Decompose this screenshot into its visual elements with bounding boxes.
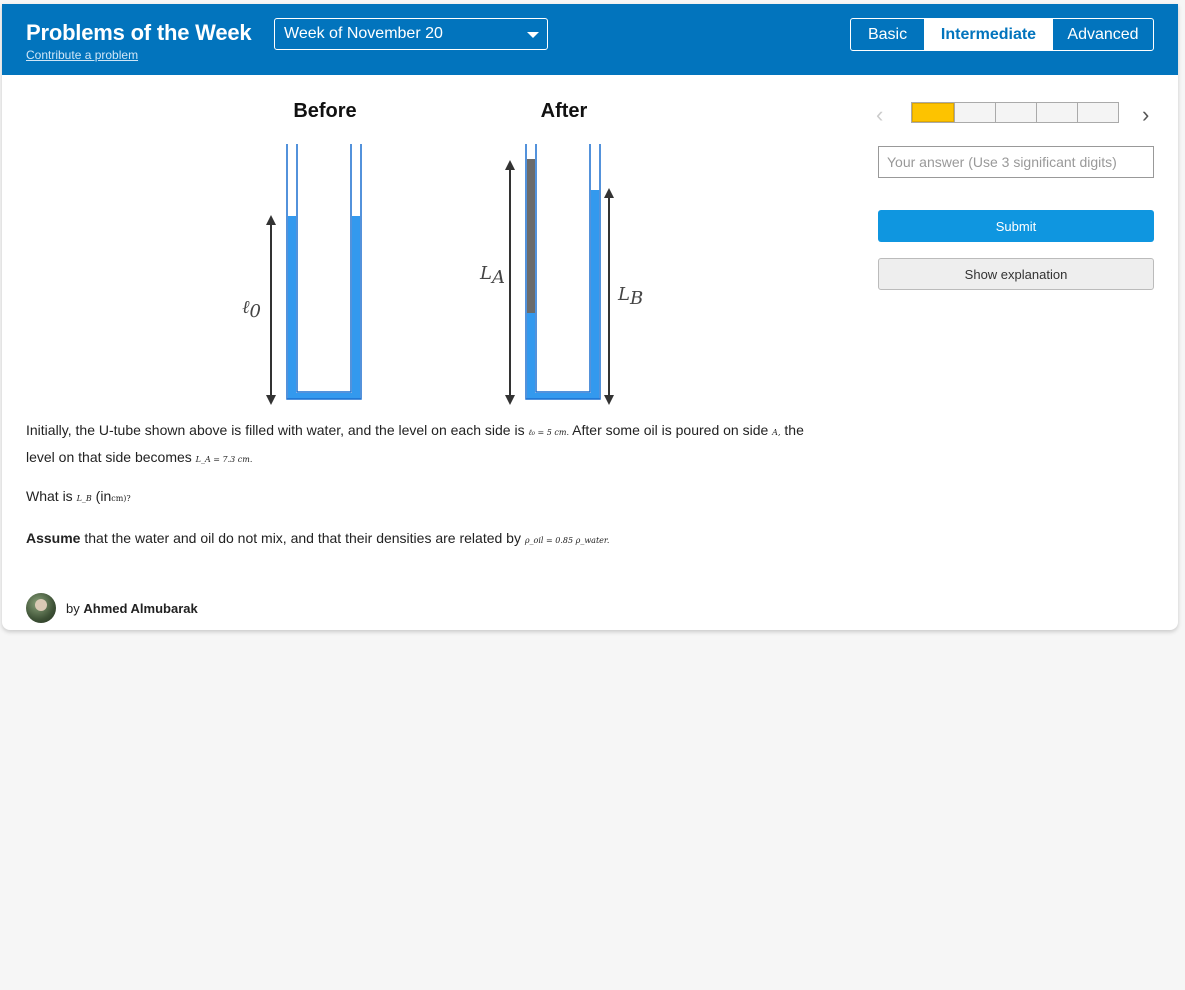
math-unit: cm)? [111,494,131,503]
problem-question: What is L_B (incm)? [26,488,131,504]
problem-assumption: Assume that the water and oil do not mix… [26,530,610,546]
contribute-link[interactable]: Contribute a problem [26,48,138,62]
tab-intermediate[interactable]: Intermediate [924,19,1052,50]
before-left-water [288,216,296,398]
page-title: Problems of the Week [26,20,252,45]
answer-input[interactable] [878,146,1154,178]
after-left-water [527,313,535,398]
before-bottom-water [288,393,360,399]
u-tube-diagram: Before After ℓ0 LA LB [242,100,643,405]
tab-advanced[interactable]: Advanced [1052,19,1153,50]
after-tube [525,144,601,400]
after-label: After [541,100,588,122]
tab-basic[interactable]: Basic [851,19,924,50]
avatar [26,593,56,623]
chevron-right-icon[interactable]: › [1142,102,1149,128]
math-side-a: A, [772,428,781,437]
math-l0: ℓ₀ = 5 cm. [528,428,570,437]
after-bottom-water [527,393,599,399]
progress-segment[interactable] [954,103,995,122]
author-name[interactable]: Ahmed Almubarak [83,601,197,616]
problem-progress-bar [911,102,1119,123]
author-line: by Ahmed Almubarak [26,592,198,624]
progress-segment[interactable] [995,103,1036,122]
assume-label: Assume [26,530,81,546]
after-oil-column [527,159,535,313]
la-label: LA [479,263,505,288]
chevron-left-icon[interactable]: ‹ [876,102,883,128]
header-bar: Problems of the Week Contribute a proble… [2,4,1178,75]
math-la: L_A = 7.3 cm. [195,455,253,464]
show-explanation-button[interactable]: Show explanation [878,258,1154,290]
math-lb: L_B [76,494,92,503]
submit-button[interactable]: Submit [878,210,1154,242]
progress-segment[interactable] [912,103,954,122]
after-right-water [591,190,599,398]
problem-statement: Initially, the U-tube shown above is fil… [26,422,804,465]
before-tube [286,144,362,400]
progress-segment[interactable] [1036,103,1077,122]
before-label: Before [293,100,356,122]
problem-card: Problems of the Week Contribute a proble… [2,4,1178,630]
level-tabs: Basic Intermediate Advanced [850,18,1154,51]
progress-segment[interactable] [1077,103,1118,122]
chevron-down-icon [527,32,539,38]
math-density: ρ_oil = 0.85 ρ_water. [524,536,610,545]
l0-label: ℓ0 [242,297,261,322]
before-right-water [352,216,360,398]
lb-label: LB [617,284,643,309]
week-select-value: Week of November 20 [284,25,443,42]
week-select[interactable]: Week of November 20 [274,18,548,50]
